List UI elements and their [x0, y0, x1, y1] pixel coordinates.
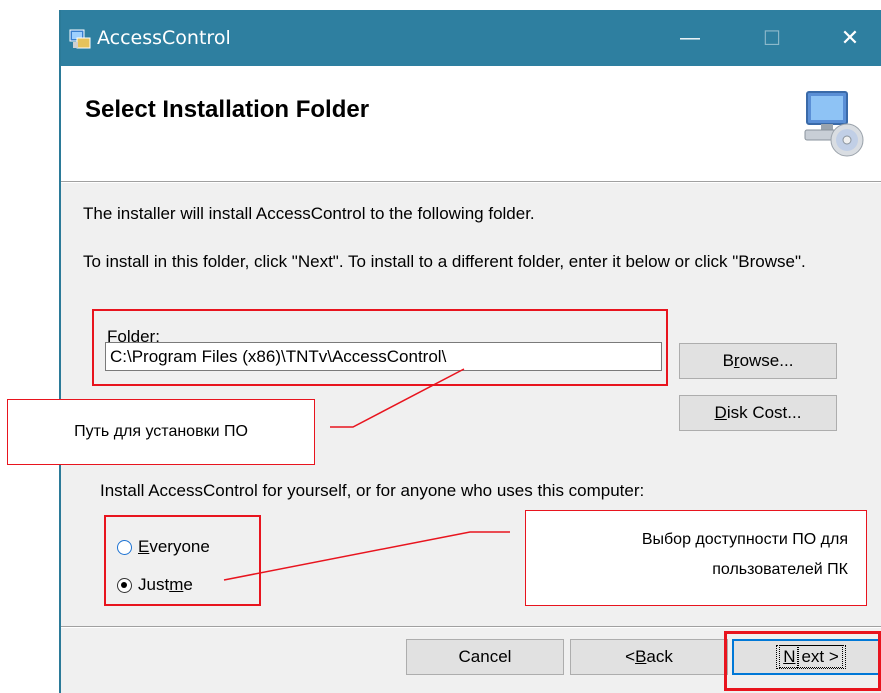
back-label-accel: B: [635, 647, 647, 666]
browse-label-post: owse...: [739, 351, 794, 370]
back-button[interactable]: < Back: [570, 639, 728, 675]
header-banner: Select Installation Folder: [61, 66, 881, 181]
minimize-icon: —: [680, 26, 700, 49]
close-icon: ✕: [840, 25, 860, 50]
path-callout-text: Путь для установки ПО: [74, 423, 248, 440]
footer-divider: [61, 626, 881, 628]
browse-button[interactable]: Br owse...: [679, 343, 837, 379]
header-divider: [61, 181, 881, 183]
installer-app-icon: [69, 29, 91, 49]
maximize-icon: ☐: [763, 27, 781, 50]
disk-cost-label-accel: D: [714, 403, 727, 422]
next-highlight-box: [724, 631, 881, 691]
access-callout-line2: пользователей ПК: [712, 561, 848, 578]
close-button[interactable]: ✕: [819, 10, 881, 66]
path-callout: Путь для установки ПО: [7, 399, 315, 465]
back-label-pre: <: [625, 647, 636, 666]
window-title: AccessControl: [97, 27, 231, 49]
instructions-text: To install in this folder, click "Next".…: [83, 252, 806, 271]
install-for-text: Install AccessControl for yourself, or f…: [100, 481, 645, 500]
back-label-post: ack: [646, 647, 673, 666]
maximize-button[interactable]: ☐: [741, 10, 803, 66]
access-callout: Выбор доступности ПО для пользователей П…: [525, 510, 867, 606]
title-bar[interactable]: AccessControl — ☐ ✕: [61, 10, 881, 66]
disk-cost-label-post: isk Cost...: [726, 403, 802, 422]
disk-cost-button[interactable]: Disk Cost...: [679, 395, 837, 431]
minimize-button[interactable]: —: [659, 10, 721, 66]
radio-highlight-box: [104, 515, 261, 606]
access-callout-line1: Выбор доступности ПО для: [641, 531, 848, 548]
intro-text: The installer will install AccessControl…: [83, 204, 535, 223]
computer-cd-icon: [804, 91, 864, 157]
page-title: Select Installation Folder: [85, 96, 370, 123]
cancel-button[interactable]: Cancel: [406, 639, 564, 675]
folder-highlight-box: [92, 309, 668, 386]
browse-label-pre: B: [722, 351, 734, 370]
